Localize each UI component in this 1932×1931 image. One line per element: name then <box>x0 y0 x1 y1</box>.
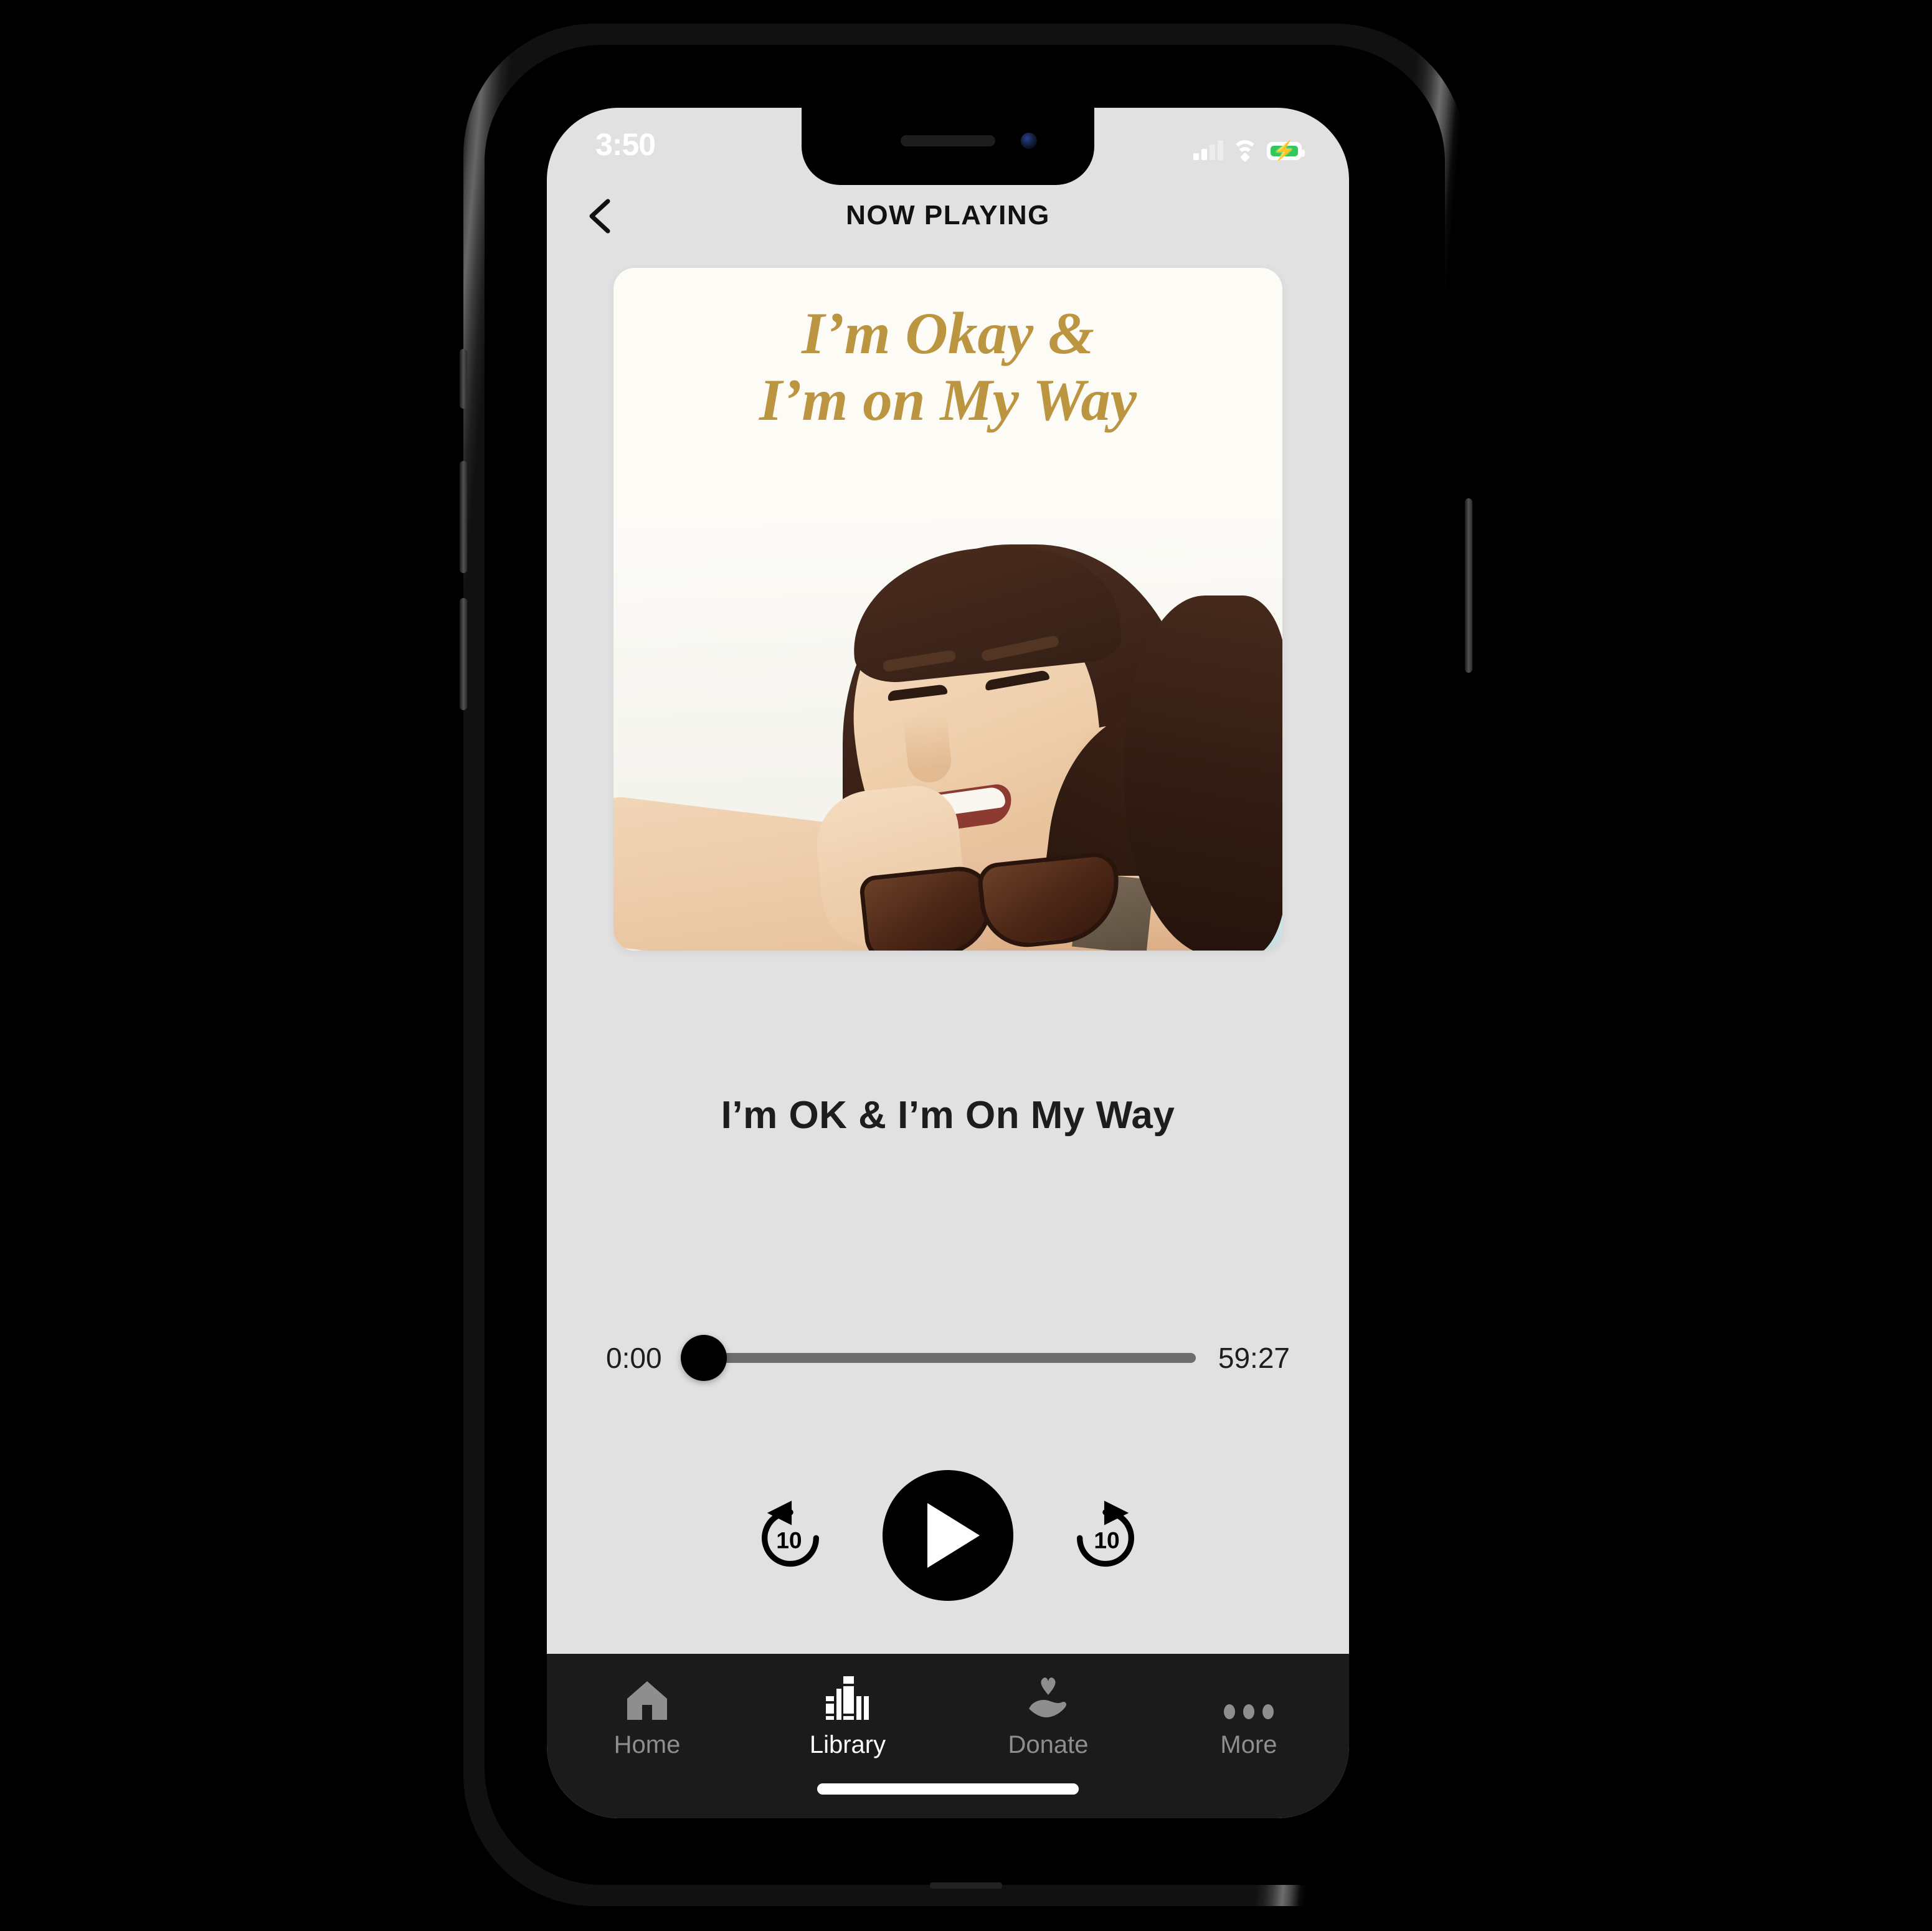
photo-sunglasses-lens-right <box>976 850 1125 951</box>
tab-more[interactable]: More <box>1148 1675 1349 1759</box>
earpiece-speaker-icon <box>901 135 995 146</box>
tab-more-label: More <box>1220 1731 1277 1758</box>
library-icon <box>825 1675 871 1721</box>
wifi-icon <box>1232 140 1258 163</box>
progress-thumb[interactable] <box>680 1335 727 1381</box>
track-title: I’m OK & I’m On My Way <box>721 1094 1175 1137</box>
artwork-title: I’m Okay & I’m on My Way <box>613 300 1282 434</box>
tab-bar: Home Library Donate More <box>547 1654 1349 1818</box>
play-icon[interactable] <box>883 1470 1013 1601</box>
nav-header: NOW PLAYING <box>547 185 1349 250</box>
svg-text:10: 10 <box>1094 1527 1119 1554</box>
artwork-title-line-1: I’m Okay & <box>802 300 1094 366</box>
tab-home-label: Home <box>613 1731 681 1758</box>
artwork-title-line-2: I’m on My Way <box>759 367 1137 434</box>
elapsed-time-label: 0:00 <box>606 1342 662 1374</box>
tab-library[interactable]: Library <box>747 1675 948 1759</box>
status-bar-indicators: ⚡ <box>1193 133 1305 163</box>
total-time-label: 59:27 <box>1218 1342 1290 1374</box>
volume-down-button[interactable] <box>460 598 467 710</box>
cellular-signal-icon <box>1193 140 1223 160</box>
tab-home[interactable]: Home <box>547 1675 747 1759</box>
volume-up-button[interactable] <box>460 461 467 573</box>
tab-library-label: Library <box>809 1731 886 1758</box>
power-button[interactable] <box>1465 498 1472 673</box>
artwork-photo <box>613 521 1282 951</box>
playback-controls: 10 10 <box>547 1467 1349 1604</box>
status-bar-time: 3:50 <box>595 127 656 162</box>
donate-icon <box>1025 1675 1071 1721</box>
photo-sunglasses-lens-left <box>858 863 998 951</box>
mute-switch[interactable] <box>460 349 467 409</box>
progress-track[interactable] <box>706 1353 1196 1363</box>
page-title: NOW PLAYING <box>846 200 1050 230</box>
progress-row: 0:00 59:27 <box>547 1335 1349 1381</box>
play-triangle <box>927 1503 980 1568</box>
album-artwork-card[interactable]: I’m Okay & I’m on My Way <box>613 268 1282 951</box>
speaker-grille <box>930 1882 1002 1889</box>
tab-donate-label: Donate <box>1008 1731 1089 1758</box>
progress-slider[interactable] <box>680 1335 1200 1381</box>
tab-donate[interactable]: Donate <box>948 1675 1148 1759</box>
svg-text:10: 10 <box>776 1527 802 1554</box>
rewind-10-icon[interactable]: 10 <box>752 1497 829 1574</box>
forward-10-icon[interactable]: 10 <box>1067 1497 1144 1574</box>
home-indicator[interactable] <box>817 1783 1079 1795</box>
photo-hair-front <box>1124 595 1282 951</box>
more-icon <box>1223 1675 1275 1721</box>
display-notch <box>802 108 1094 185</box>
front-camera-icon <box>1021 133 1037 149</box>
phone-screen: 3:50 ⚡ NOW PLAYING I’m Okay & I’m on My <box>547 108 1349 1818</box>
battery-charging-icon: ⚡ <box>1267 141 1305 160</box>
home-icon <box>625 1675 670 1721</box>
